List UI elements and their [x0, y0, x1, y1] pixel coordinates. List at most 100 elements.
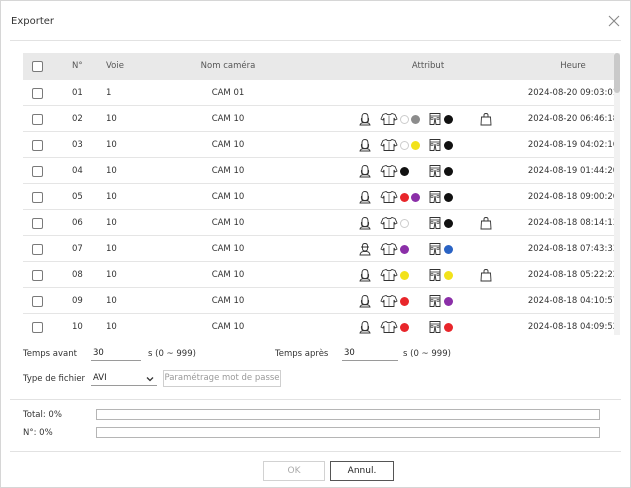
upper-clothing-icon	[380, 190, 398, 204]
row-no: 07	[72, 244, 83, 254]
password-settings-button[interactable]: Paramétrage mot de passe	[163, 370, 281, 387]
color-swatch	[444, 193, 453, 202]
table-row[interactable]: 08 10 CAM 10 2024-08-18 05:22:22	[23, 262, 620, 288]
row-camera-name: CAM 10	[211, 140, 245, 150]
color-swatch	[400, 167, 409, 176]
row-checkbox[interactable]	[32, 192, 43, 203]
lower-clothing-icon	[428, 138, 442, 152]
title-divider	[10, 40, 621, 41]
color-swatch	[411, 115, 420, 124]
ok-button[interactable]: OK	[263, 461, 325, 481]
row-no: 09	[72, 296, 83, 306]
temps-avant-label: Temps avant	[23, 349, 77, 359]
row-time: 2024-08-18 09:00:26	[527, 192, 619, 202]
table-scrollbar[interactable]	[614, 53, 620, 335]
row-voie: 1	[106, 88, 112, 98]
table-row[interactable]: 04 10 CAM 10 2024-08-19 01:44:20	[23, 158, 620, 184]
table-row[interactable]: 09 10 CAM 10 2024-08-18 04:10:57	[23, 288, 620, 314]
row-checkbox[interactable]	[32, 322, 43, 333]
row-voie: 10	[106, 218, 117, 228]
header-voie: Voie	[106, 61, 124, 71]
row-voie: 10	[106, 244, 117, 254]
scrollbar-thumb[interactable]	[614, 53, 620, 93]
row-time: 2024-08-20 09:03:01	[527, 88, 619, 98]
upper-clothing-icon	[380, 268, 398, 282]
row-time: 2024-08-18 07:43:33	[527, 244, 619, 254]
close-icon[interactable]	[607, 14, 621, 28]
lower-clothing-icon	[428, 268, 442, 282]
form-divider	[10, 399, 621, 400]
color-swatch	[400, 271, 409, 280]
lower-clothing-icon	[428, 164, 442, 178]
temps-avant-input[interactable]	[91, 345, 141, 361]
export-dialog: Exporter N° Voie Nom caméra Attribut Heu…	[0, 0, 631, 488]
row-no: 03	[72, 140, 83, 150]
color-swatch	[400, 297, 409, 306]
row-time: 2024-08-20 06:46:18	[527, 114, 619, 124]
row-checkbox[interactable]	[32, 88, 43, 99]
upper-clothing-icon	[380, 112, 398, 126]
export-table: N° Voie Nom caméra Attribut Heure 01 1 CAM…	[23, 53, 620, 335]
file-type-select[interactable]: AVI	[91, 370, 157, 386]
person-cap-icon	[358, 242, 372, 256]
lower-clothing-icon	[428, 294, 442, 308]
table-row[interactable]: 03 10 CAM 10 2024-08-19 04:02:16	[23, 132, 620, 158]
header-time: Heure	[560, 61, 586, 71]
row-checkbox[interactable]	[32, 218, 43, 229]
temps-avant-unit: s (0 ~ 999)	[148, 349, 196, 359]
color-swatch	[411, 141, 420, 150]
color-swatch	[400, 193, 409, 202]
table-row[interactable]: 05 10 CAM 10 2024-08-18 09:00:26	[23, 184, 620, 210]
temps-apres-input[interactable]	[342, 345, 398, 361]
dialog-title: Exporter	[11, 16, 54, 27]
person-icon	[358, 112, 372, 126]
person-icon	[358, 268, 372, 282]
table-row[interactable]: 07 10 CAM 10 2024-08-18 07:43:33	[23, 236, 620, 262]
row-no: 10	[72, 322, 83, 332]
person-icon	[358, 320, 372, 334]
color-swatch	[400, 323, 409, 332]
header-camera-name: Nom caméra	[200, 61, 256, 71]
type-fichier-label: Type de fichier	[23, 374, 86, 384]
lower-clothing-icon	[428, 320, 442, 334]
row-voie: 10	[106, 270, 117, 280]
total-progress-bar	[96, 409, 600, 420]
chevron-down-icon	[146, 373, 154, 382]
table-row[interactable]: 10 10 CAM 10 2024-08-18 04:09:52	[23, 314, 620, 335]
color-swatch	[444, 271, 453, 280]
row-no: 01	[72, 88, 83, 98]
header-attribute: Attribut	[411, 61, 445, 71]
row-no: 08	[72, 270, 83, 280]
row-checkbox[interactable]	[32, 140, 43, 151]
row-checkbox[interactable]	[32, 296, 43, 307]
row-camera-name: CAM 10	[211, 270, 245, 280]
upper-clothing-icon	[380, 164, 398, 178]
lower-clothing-icon	[428, 242, 442, 256]
color-swatch	[444, 245, 453, 254]
bag-icon	[479, 268, 493, 282]
table-row[interactable]: 02 10 CAM 10 2024-08-20 06:46:18	[23, 106, 620, 132]
row-no: 06	[72, 218, 83, 228]
total-progress-label: Total: 0%	[23, 410, 62, 420]
row-checkbox[interactable]	[32, 244, 43, 255]
table-header: N° Voie Nom caméra Attribut Heure	[23, 53, 620, 80]
select-all-checkbox[interactable]	[32, 61, 43, 72]
row-camera-name: CAM 10	[211, 192, 245, 202]
upper-clothing-icon	[380, 320, 398, 334]
row-time: 2024-08-18 08:14:13	[527, 218, 619, 228]
person-icon	[358, 138, 372, 152]
header-no: N°	[72, 61, 83, 71]
color-swatch	[400, 245, 409, 254]
row-checkbox[interactable]	[32, 166, 43, 177]
row-no: 02	[72, 114, 83, 124]
row-time: 2024-08-18 04:10:57	[527, 296, 619, 306]
row-checkbox[interactable]	[32, 270, 43, 281]
row-checkbox[interactable]	[32, 114, 43, 125]
color-swatch	[444, 115, 453, 124]
table-row[interactable]: 06 10 CAM 10 2024-08-18 08:14:13	[23, 210, 620, 236]
person-icon	[358, 164, 372, 178]
cancel-button[interactable]: Annul.	[330, 461, 394, 481]
color-swatch	[400, 219, 409, 228]
table-row[interactable]: 01 1 CAM 01 2024-08-20 09:03:01	[23, 80, 620, 106]
upper-clothing-icon	[380, 242, 398, 256]
